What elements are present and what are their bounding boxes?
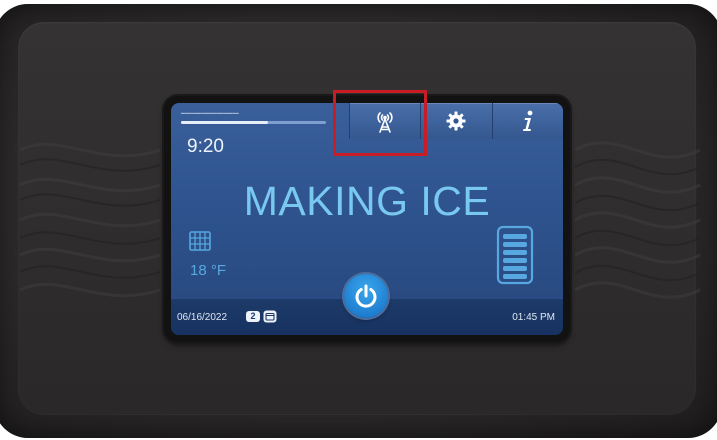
ice-bin-level-icon xyxy=(496,225,534,285)
progress-fill xyxy=(181,121,268,124)
temperature-readout: 18 °F xyxy=(190,262,227,279)
current-time: 9:20 xyxy=(187,136,224,157)
calendar-icon[interactable] xyxy=(263,310,277,323)
progress-label: ━━━━━━━━━━━━━━━━━━ xyxy=(181,111,239,117)
date-readout: 06/16/2022 xyxy=(177,312,228,323)
info-icon xyxy=(522,110,533,131)
tab-settings[interactable] xyxy=(420,103,492,139)
device-photo: ━━━━━━━━━━━━━━━━━━ 9:20 MAKING ICE 18 °F… xyxy=(0,0,717,440)
power-button[interactable] xyxy=(344,274,388,318)
clock-readout: 01:45 PM xyxy=(512,312,555,323)
highlight-box xyxy=(333,90,427,156)
progress-bar xyxy=(181,121,326,124)
ice-grid-icon xyxy=(189,231,211,251)
power-icon xyxy=(355,284,377,308)
tab-info[interactable] xyxy=(491,103,563,139)
gear-icon xyxy=(446,111,466,131)
status-text: MAKING ICE xyxy=(243,178,491,224)
notification-badge[interactable]: 2 xyxy=(246,311,260,322)
